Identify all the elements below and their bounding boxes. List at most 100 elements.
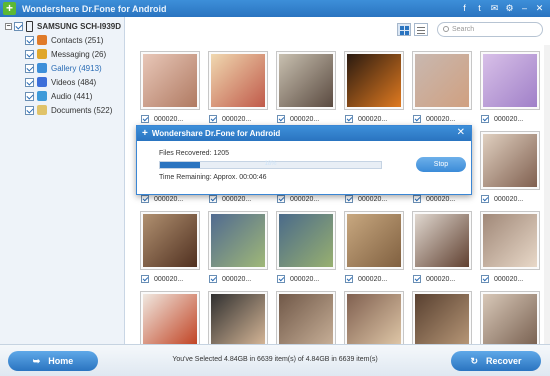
sidebar-item-gallery[interactable]: Gallery (4913) xyxy=(25,63,102,73)
photo-filename: 000020... xyxy=(154,195,184,203)
photo-image xyxy=(415,54,469,107)
photo-thumbnail[interactable] xyxy=(412,51,472,110)
photo-thumbnail[interactable] xyxy=(480,131,540,190)
photo-checkbox[interactable] xyxy=(413,275,421,283)
photo-thumbnail[interactable] xyxy=(480,51,540,110)
photo-thumbnail[interactable] xyxy=(208,51,268,110)
photo-checkbox[interactable] xyxy=(141,275,149,283)
photo-checkbox[interactable] xyxy=(345,195,353,203)
settings-icon[interactable]: ⚙ xyxy=(503,2,516,15)
photo-thumbnail[interactable] xyxy=(140,51,200,110)
sidebar-item-contacts[interactable]: Contacts (251) xyxy=(25,35,103,45)
dialog-close-icon[interactable]: ✕ xyxy=(457,127,465,138)
photo-thumbnail[interactable] xyxy=(276,291,336,344)
photo-caption: 000020... xyxy=(481,275,523,283)
checkbox[interactable] xyxy=(25,105,34,115)
facebook-icon[interactable]: f xyxy=(458,2,471,15)
toolbar: Search xyxy=(126,17,550,45)
photo-checkbox[interactable] xyxy=(345,115,353,123)
device-name: SAMSUNG SCH-I939D xyxy=(37,22,122,31)
sidebar-item-label: Messaging (26) xyxy=(51,49,107,59)
gallery-icon xyxy=(37,63,47,73)
photo-filename: 000020... xyxy=(222,115,252,123)
photo-filename: 000020... xyxy=(494,275,524,283)
photo-checkbox[interactable] xyxy=(277,275,285,283)
checkbox[interactable] xyxy=(25,91,34,101)
photo-filename: 000020... xyxy=(154,275,184,283)
photo-caption: 000020... xyxy=(345,115,387,123)
scrollbar[interactable] xyxy=(544,45,550,344)
photo-caption: 000020... xyxy=(141,115,183,123)
recover-arrow-icon: ↻ xyxy=(470,355,478,366)
feedback-icon[interactable]: ✉ xyxy=(488,2,501,15)
photo-checkbox[interactable] xyxy=(345,275,353,283)
photo-thumbnail[interactable] xyxy=(412,211,472,270)
device-checkbox[interactable] xyxy=(14,22,23,31)
checkbox[interactable] xyxy=(25,77,34,87)
photo-thumbnail[interactable] xyxy=(480,211,540,270)
photo-thumbnail[interactable] xyxy=(276,51,336,110)
photo-caption: 000020... xyxy=(277,275,319,283)
search-icon xyxy=(443,26,449,32)
sidebar-item-label: Documents (522) xyxy=(51,105,113,115)
photo-thumbnail[interactable] xyxy=(276,211,336,270)
photo-filename: 000020... xyxy=(426,115,456,123)
photo-checkbox[interactable] xyxy=(277,115,285,123)
photo-checkbox[interactable] xyxy=(209,195,217,203)
photo-image xyxy=(211,214,265,267)
photo-checkbox[interactable] xyxy=(209,275,217,283)
photo-image xyxy=(279,54,333,107)
photo-checkbox[interactable] xyxy=(209,115,217,123)
sidebar-item-documents[interactable]: Documents (522) xyxy=(25,105,112,115)
list-view-button[interactable] xyxy=(414,23,428,36)
sidebar-item-messaging[interactable]: Messaging (26) xyxy=(25,49,106,59)
search-input[interactable]: Search xyxy=(437,22,543,37)
sidebar-item-audio[interactable]: Audio (441) xyxy=(25,91,92,101)
photo-thumbnail[interactable] xyxy=(208,291,268,344)
recover-button[interactable]: ↻ Recover xyxy=(451,351,541,371)
device-node[interactable]: − SAMSUNG SCH-I939D xyxy=(5,21,121,32)
photo-checkbox[interactable] xyxy=(141,115,149,123)
photo-thumbnail[interactable] xyxy=(140,211,200,270)
photo-image xyxy=(483,294,537,344)
documents-icon xyxy=(37,105,47,115)
checkbox[interactable] xyxy=(25,49,34,59)
close-icon[interactable]: ✕ xyxy=(533,2,546,15)
photo-checkbox[interactable] xyxy=(141,195,149,203)
checkbox[interactable] xyxy=(25,35,34,45)
sidebar-item-label: Videos (484) xyxy=(51,77,97,87)
twitter-icon[interactable]: t xyxy=(473,2,486,15)
photo-caption: 000020... xyxy=(277,195,319,203)
photo-image xyxy=(415,214,469,267)
photo-image xyxy=(347,214,401,267)
minimize-icon[interactable]: – xyxy=(518,2,531,15)
photo-checkbox[interactable] xyxy=(413,115,421,123)
photo-thumbnail[interactable] xyxy=(412,291,472,344)
collapse-icon[interactable]: − xyxy=(5,23,12,30)
photo-checkbox[interactable] xyxy=(481,195,489,203)
photo-thumbnail[interactable] xyxy=(208,211,268,270)
photo-thumbnail[interactable] xyxy=(140,291,200,344)
photo-checkbox[interactable] xyxy=(481,115,489,123)
photo-caption: 000020... xyxy=(481,195,523,203)
photo-filename: 000020... xyxy=(154,115,184,123)
photo-checkbox[interactable] xyxy=(277,195,285,203)
app-title: Wondershare Dr.Fone for Android xyxy=(22,3,167,14)
photo-thumbnail[interactable] xyxy=(480,291,540,344)
checkbox[interactable] xyxy=(25,63,34,73)
contacts-icon xyxy=(37,35,47,45)
photo-filename: 000020... xyxy=(290,275,320,283)
photo-thumbnail[interactable] xyxy=(344,291,404,344)
photo-image xyxy=(347,54,401,107)
grid-view-button[interactable] xyxy=(397,23,411,36)
photo-filename: 000020... xyxy=(426,195,456,203)
photo-caption: 000020... xyxy=(481,115,523,123)
photo-thumbnail[interactable] xyxy=(344,211,404,270)
photo-thumbnail[interactable] xyxy=(344,51,404,110)
photo-caption: 000020... xyxy=(345,275,387,283)
sidebar-item-videos[interactable]: Videos (484) xyxy=(25,77,96,87)
photo-image xyxy=(483,54,537,107)
photo-checkbox[interactable] xyxy=(481,275,489,283)
photo-checkbox[interactable] xyxy=(413,195,421,203)
stop-button[interactable]: Stop xyxy=(416,157,466,172)
